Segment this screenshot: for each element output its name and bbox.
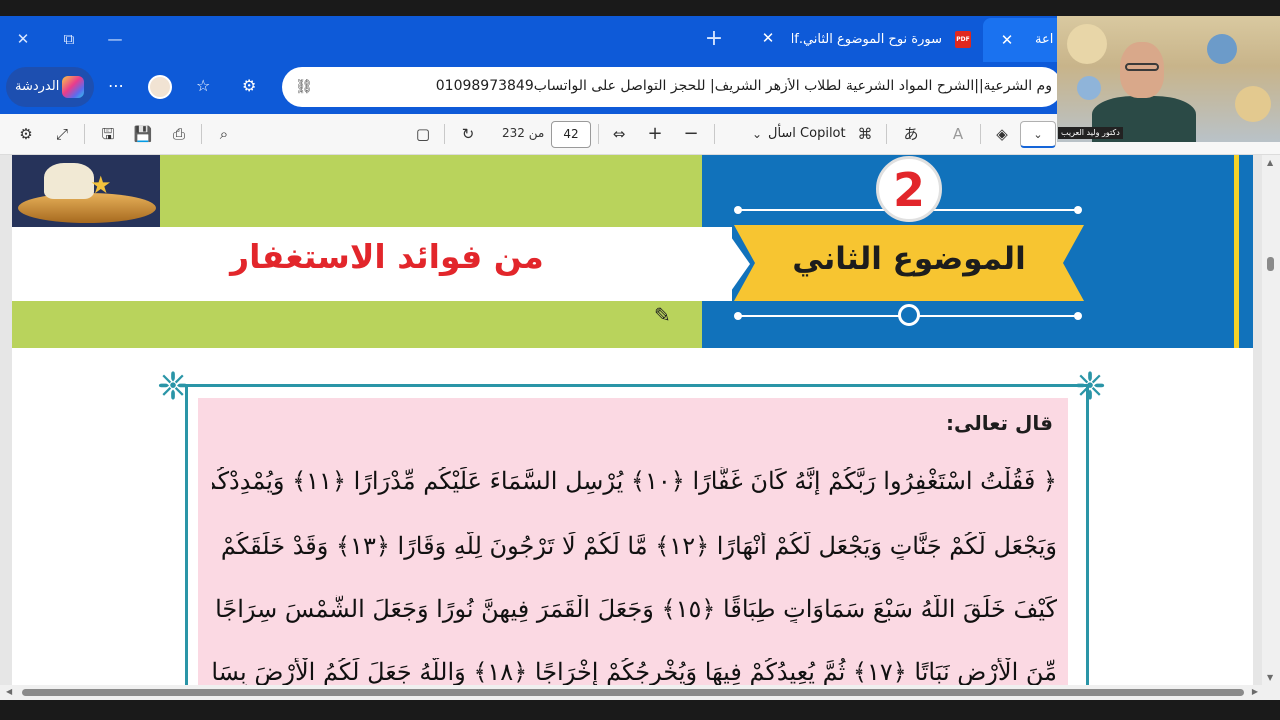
vertical-scroll-thumb[interactable] [1267,257,1274,271]
rotate-icon[interactable]: ↻ [456,122,480,146]
wall-decoration [1235,86,1271,122]
decorative-illustration: ★ [12,155,160,227]
copilot-chat-button[interactable]: الدردشة [6,67,94,107]
scroll-right-icon[interactable]: ▶ [1252,687,1258,696]
ribbon-ring [898,304,920,326]
ornament-right-icon: ❈ [1074,364,1106,408]
zoom-in-icon[interactable]: + [643,122,667,146]
expand-icon[interactable]: ⤢ [50,122,74,146]
favorites-icon[interactable]: ☆ [196,76,210,95]
scroll-up-icon[interactable]: ▲ [1267,158,1273,167]
tab-sura-nuh[interactable]: سورة نوح الموضوع الثاني.pdf [792,18,942,62]
chevron-down-icon[interactable]: ⌄ [745,122,769,146]
horizontal-scrollbar[interactable]: ◀ ▶ [0,685,1280,700]
tab-title: سورة نوح الموضوع الثاني.pdf [792,32,942,47]
lesson-subtitle: من فوائد الاستغفار [230,237,544,276]
toolbar-divider [201,124,202,144]
profile-avatar[interactable] [148,75,172,99]
verse-line: ﴿ فَقُلْتُ اسْتَغْفِرُوا رَبَّكُمْ إِنَّ… [212,467,1057,495]
presenter-glasses [1125,63,1159,71]
ask-copilot-button[interactable]: اسأل Copilot [768,126,846,141]
chat-label: الدردشة [15,79,60,94]
page-view-icon[interactable]: ▢ [411,122,435,146]
minimize-window-button[interactable]: — [104,28,126,50]
header-yellow-stripe [1234,155,1239,348]
horizontal-scroll-thumb[interactable] [22,689,1244,696]
verse-line: مِّنَ الْأَرْضِ نَبَاتًا ﴿١٧﴾ ثُمَّ يُعِ… [212,658,1057,686]
copilot-icon [62,76,84,98]
ribbon-dot [1074,312,1082,320]
active-tab-close-button[interactable]: ✕ [997,30,1017,50]
toolbar-divider [598,124,599,144]
verse-line: كَيْفَ خَلَقَ اللَّهُ سَبْعَ سَمَاوَاتٍ … [212,595,1057,623]
search-icon[interactable]: ⌕ [212,122,236,146]
scroll-down-icon[interactable]: ▼ [1267,673,1273,682]
toolbar-divider [886,124,887,144]
verse-line: وَيَجْعَل لَّكُمْ جَنَّاتٍ وَيَجْعَل لَّ… [212,532,1057,560]
ornament-left-icon: ❈ [157,364,189,408]
more-options-icon[interactable]: ⋯ [108,76,124,95]
ribbon-dot [734,312,742,320]
copilot-icon[interactable]: ⌘ [853,122,877,146]
scroll-left-icon[interactable]: ◀ [6,687,12,696]
wall-decoration [1067,24,1107,64]
new-tab-button[interactable]: + [703,28,725,50]
extensions-icon[interactable]: ⚙ [242,76,256,95]
eraser-icon[interactable]: ◈ [990,122,1014,146]
address-text: وم الشرعية||الشرح المواد الشرعية لطلاب ا… [435,78,1052,94]
toolbar-divider [444,124,445,144]
restore-window-button[interactable]: ⧉ [58,28,80,50]
pencil-cursor-icon: ✎ [654,303,671,327]
draw-dropdown[interactable]: ⌄ [1020,121,1056,148]
save-as-icon[interactable]: 🖫 [96,122,120,146]
vertical-scrollbar[interactable]: ▲ ▼ [1262,155,1280,685]
screen: ✕ ⧉ — + ✕ سورة نوح الموضوع الثاني.pdf PD… [0,0,1280,720]
translate-icon[interactable]: あ [899,122,923,146]
pdf-icon: PDF [955,31,971,48]
illustration-figure [44,163,94,199]
lesson-title: الموضوع الثاني [792,241,1026,277]
page-number-input[interactable]: 42 [551,121,591,148]
active-tab-title: اعة [1035,32,1054,47]
star-icon: ★ [90,171,112,199]
address-bar[interactable]: ⛓ وم الشرعية||الشرح المواد الشرعية لطلاب… [282,67,1062,107]
toolbar-divider [84,124,85,144]
toolbar-divider [714,124,715,144]
wall-decoration [1077,76,1101,100]
read-aloud-icon[interactable]: A [946,122,970,146]
tab-close-button[interactable]: ✕ [758,28,778,48]
save-icon[interactable]: 💾 [131,122,155,146]
lesson-number-badge: 2 [876,156,942,222]
close-window-button[interactable]: ✕ [12,28,34,50]
site-info-icon[interactable]: ⛓ [294,77,314,97]
settings-icon[interactable]: ⚙ [14,122,38,146]
pdf-page: ★ من فوائد الاستغفار 2 الموضوع الثاني ✎ … [12,155,1253,700]
ribbon-dot [1074,206,1082,214]
toolbar-divider [980,124,981,144]
wall-decoration [1207,34,1237,64]
fit-width-icon[interactable]: ⇔ [607,122,631,146]
verse-intro: قال تعالى: [946,411,1053,435]
zoom-out-icon[interactable]: − [679,122,703,146]
document-viewport: ★ من فوائد الاستغفار 2 الموضوع الثاني ✎ … [0,155,1280,700]
page-total: من 232 [502,126,545,140]
print-icon[interactable]: ⎙ [167,122,191,146]
ribbon-dot [734,206,742,214]
presenter-name-label: دكتور وليد العريب [1058,127,1123,139]
